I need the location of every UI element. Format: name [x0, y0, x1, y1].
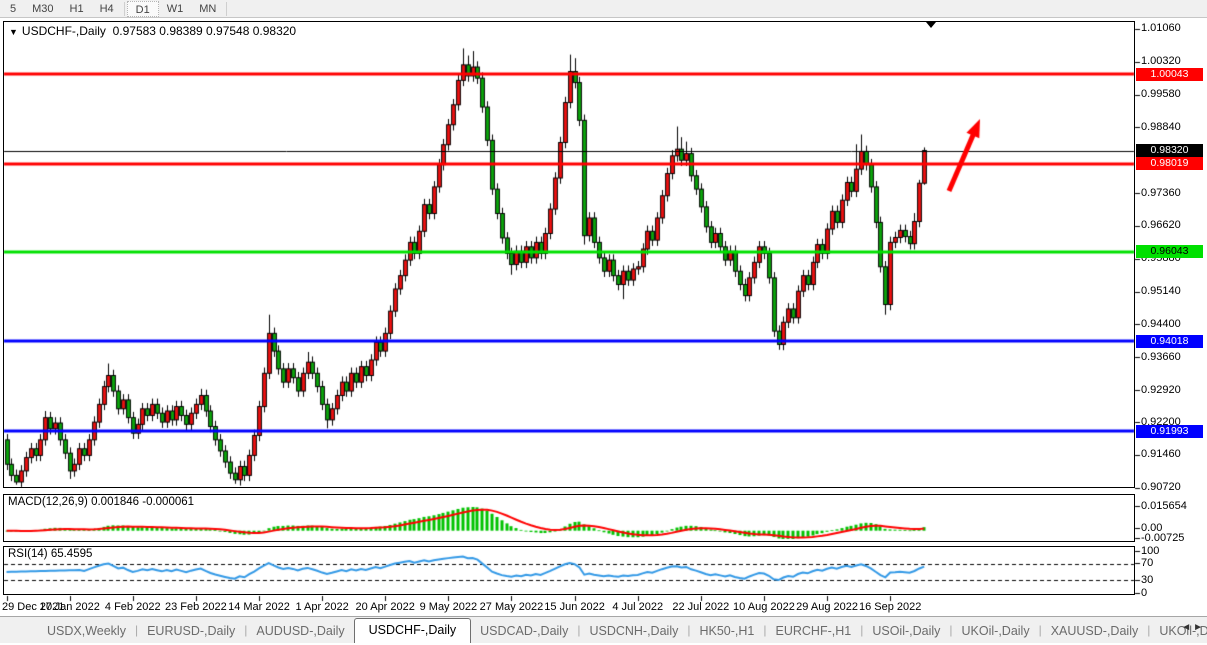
price-axis-label: 0.97360 — [1141, 187, 1181, 199]
price-axis-label: 0.98840 — [1141, 121, 1181, 133]
date-axis-label: 27 May 2022 — [480, 601, 544, 613]
timeframe-button-d1[interactable]: D1 — [127, 1, 159, 17]
rsi-axis-label: 100 — [1141, 545, 1159, 557]
chart-tab-eurchf[interactable]: EURCHF-,H1 — [767, 620, 861, 643]
chart-ohlc-values: 0.97583 0.98389 0.97548 0.98320 — [113, 24, 297, 38]
timeframe-button-5[interactable]: 5 — [2, 1, 24, 17]
date-axis-label: 10 Aug 2022 — [733, 601, 795, 613]
price-level-box: 0.98320 — [1136, 144, 1203, 157]
chart-tab-usdx[interactable]: USDX,Weekly — [38, 620, 135, 643]
macd-axis-label: -0.00725 — [1141, 532, 1184, 544]
timeframe-button-mn[interactable]: MN — [191, 1, 224, 17]
price-axis-label: 0.92920 — [1141, 384, 1181, 396]
chart-title: ▼ USDCHF-,Daily 0.97583 0.98389 0.97548 0… — [9, 24, 296, 38]
macd-axis-label: 0.015654 — [1141, 500, 1187, 512]
chart-tab-usdchf[interactable]: USDCHF-,Daily — [354, 618, 472, 643]
tab-scroll-right-icon[interactable]: ► — [1193, 622, 1205, 633]
date-axis-label: 17 Jan 2022 — [39, 601, 100, 613]
scroll-to-end-marker-icon[interactable] — [926, 22, 936, 28]
price-axis-label: 0.90720 — [1141, 481, 1181, 493]
price-axis-label: 0.96620 — [1141, 219, 1181, 231]
chart-menu-triangle-icon[interactable]: ▼ — [9, 27, 18, 37]
price-axis-label: 0.95140 — [1141, 285, 1181, 297]
timeframe-button-w1[interactable]: W1 — [159, 1, 192, 17]
price-level-box: 0.91993 — [1136, 425, 1203, 438]
price-axis-label: 0.99580 — [1141, 88, 1181, 100]
tab-scroll-arrows[interactable]: ◄► — [1181, 622, 1205, 633]
toolbar-separator — [226, 2, 227, 16]
price-axis-label: 0.91460 — [1141, 448, 1181, 460]
chart-tab-usdcnh[interactable]: USDCNH-,Daily — [580, 620, 687, 643]
price-axis-label: 0.94400 — [1141, 318, 1181, 330]
macd-label: MACD(12,26,9) 0.001846 -0.000061 — [8, 496, 194, 508]
price-level-box: 0.94018 — [1136, 335, 1203, 348]
chart-tab-eurusd[interactable]: EURUSD-,Daily — [138, 620, 244, 643]
rsi-axis-label: 0 — [1141, 587, 1147, 599]
price-level-box: 0.98019 — [1136, 157, 1203, 170]
rsi-axis-label: 70 — [1141, 557, 1153, 569]
price-level-box: 1.00043 — [1136, 68, 1203, 81]
price-axis-label: 1.01060 — [1141, 22, 1181, 34]
date-axis-label: 29 Aug 2022 — [796, 601, 858, 613]
chart-symbol-label: USDCHF-,Daily — [22, 24, 106, 38]
chart-tab-hk50[interactable]: HK50-,H1 — [690, 620, 763, 643]
price-axis-label: 0.93660 — [1141, 351, 1181, 363]
date-axis-label: 15 Jun 2022 — [544, 601, 605, 613]
timeframe-button-h1[interactable]: H1 — [62, 1, 92, 17]
date-axis-label: 1 Apr 2022 — [295, 601, 348, 613]
date-axis-label: 22 Jul 2022 — [672, 601, 729, 613]
tab-scroll-left-icon[interactable]: ◄ — [1181, 622, 1193, 633]
timeframe-button-h4[interactable]: H4 — [92, 1, 122, 17]
chart-tab-usdcad[interactable]: USDCAD-,Daily — [471, 620, 577, 643]
price-axis-label: 1.00320 — [1141, 55, 1181, 67]
date-axis-label: 9 May 2022 — [420, 601, 477, 613]
chart-tab-usoil[interactable]: USOil-,Daily — [863, 620, 949, 643]
toolbar-separator — [124, 2, 125, 16]
rsi-label: RSI(14) 65.4595 — [8, 548, 92, 560]
date-axis-label: 23 Feb 2022 — [165, 601, 227, 613]
date-axis-label: 20 Apr 2022 — [356, 601, 415, 613]
chart-tab-xauusd[interactable]: XAUUSD-,Daily — [1042, 620, 1148, 643]
chart-tab-ukoil[interactable]: UKOil-,Daily — [953, 620, 1039, 643]
main-chart-panel[interactable] — [3, 21, 1135, 488]
date-axis-label: 4 Jul 2022 — [612, 601, 663, 613]
rsi-indicator-panel[interactable] — [3, 546, 1135, 595]
price-level-box: 0.96043 — [1136, 245, 1203, 258]
date-axis-label: 14 Mar 2022 — [228, 601, 290, 613]
timeframe-toolbar: 5M30H1H4 D1W1MN — [0, 0, 1207, 18]
chart-tab-audusd[interactable]: AUDUSD-,Daily — [247, 620, 353, 643]
date-axis-label: 16 Sep 2022 — [859, 601, 921, 613]
chart-tab-bar: USDX,Weekly|EURUSD-,Daily|AUDUSD-,DailyU… — [0, 616, 1207, 643]
rsi-axis-label: 30 — [1141, 574, 1153, 586]
timeframe-button-m30[interactable]: M30 — [24, 1, 61, 17]
date-axis-label: 4 Feb 2022 — [105, 601, 161, 613]
